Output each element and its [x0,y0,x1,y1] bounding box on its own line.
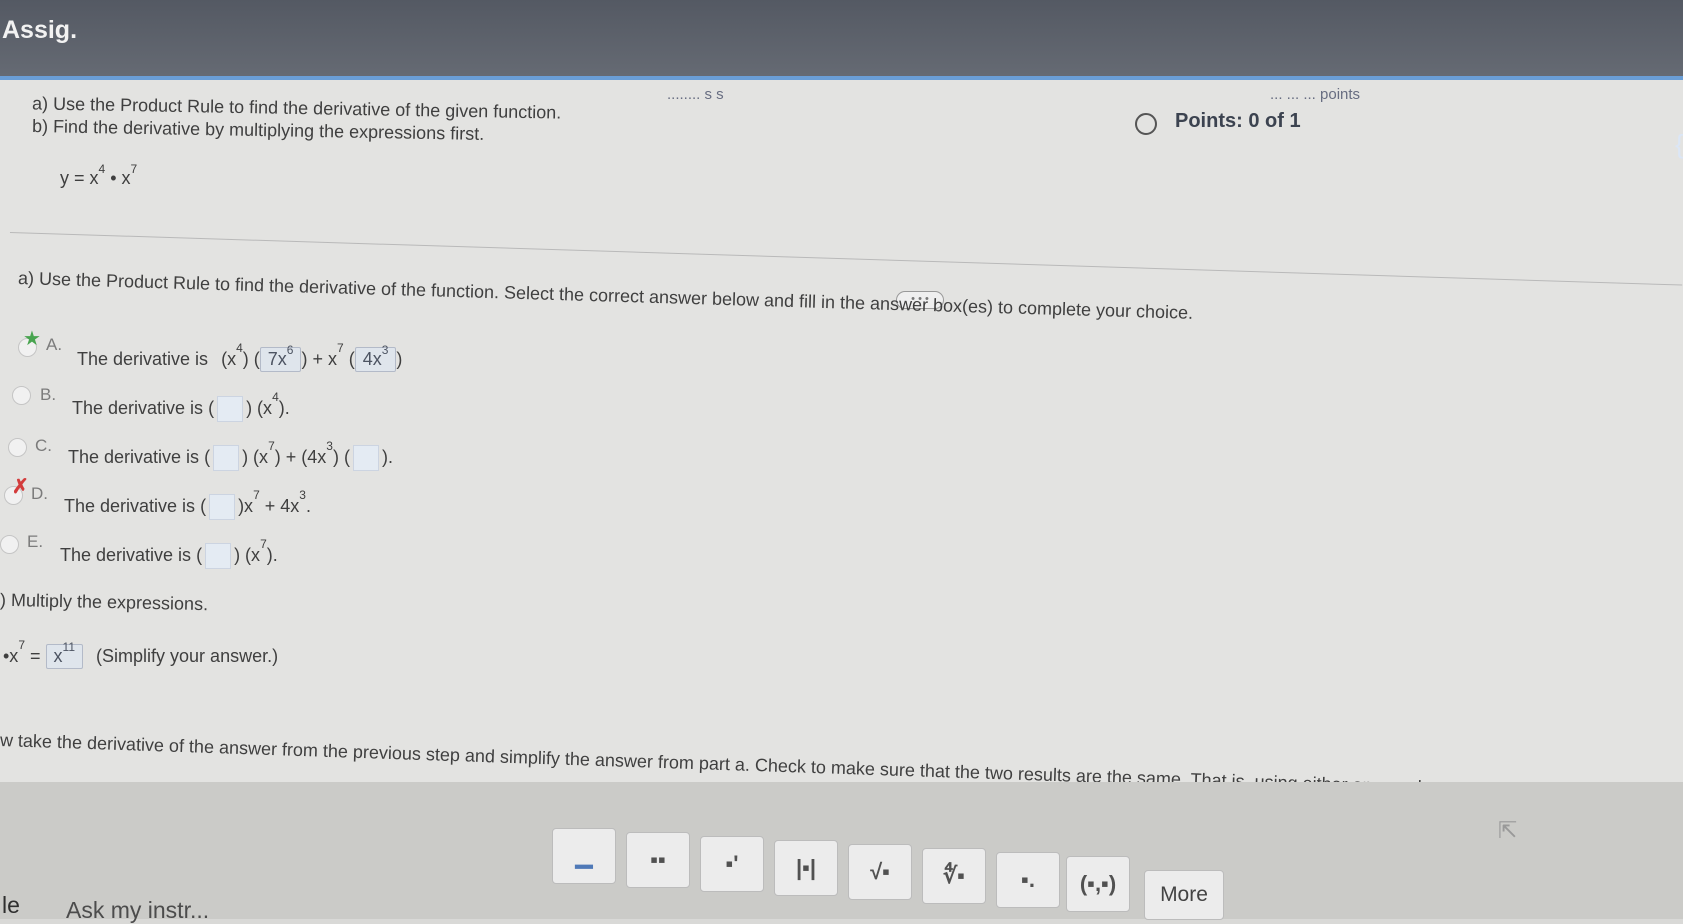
option-d-text: The derivative is ()x7 + 4x3. [64,488,311,520]
option-a-letter: A. [46,335,63,354]
correct-star-icon: ★ [23,328,41,350]
right-bracket-icon: { [1675,129,1683,159]
part-b-answer: x11 [45,640,84,669]
given-function: y = x4 • x7 [60,162,138,188]
option-c-letter: C. [35,436,52,455]
cursor-icon: ⇱ [1498,817,1518,843]
option-b-radio[interactable] [12,386,31,405]
math-toolbar [0,782,1683,919]
option-b-letter: B. [40,385,57,404]
footer-left-text: le [2,892,20,918]
top-fragment-center: ........ s s [667,86,724,103]
option-e-text: The derivative is () (x7). [60,537,278,569]
option-a-answer-2: 4x3 [354,343,397,372]
option-c-text: The derivative is () (x7) + (4x3) (). [68,439,393,471]
ask-my-instructor[interactable]: Ask my instr... [66,897,209,924]
option-e-letter: E. [27,532,44,551]
option-a-text: The derivative is (x4) (7x6) + x7 (4x3) [77,341,402,372]
square-root-tool[interactable]: √▪ [848,844,912,900]
points-label: Points: 0 of 1 [1175,110,1301,132]
decimal-tool[interactable]: ▪. [996,852,1060,908]
part-b-label: ) Multiply the expressions. [0,589,209,615]
option-d-letter: D. [31,484,48,503]
ordered-pair-tool[interactable]: (▪,▪) [1066,856,1130,912]
part-b-equation: •x7 = x11 (Simplify your answer.) [3,638,278,669]
more-tools-button[interactable]: More [1144,870,1224,920]
exponent-tool[interactable]: ▪' [700,836,764,892]
app-title: Assig. [2,16,78,44]
option-e-radio[interactable] [0,535,19,554]
top-fragment-right: ... ... ... points [1270,86,1361,103]
header-bar [0,0,1683,80]
option-b-text: The derivative is () (x4). [72,390,290,422]
option-a-answer-1: 7x6 [259,343,302,372]
points-circle-icon [1135,113,1157,135]
main-panel [0,80,1683,790]
mixed-number-tool[interactable]: ▪▪ [626,832,690,888]
fraction-tool[interactable]: ▁ [552,828,616,884]
absolute-value-tool[interactable]: |▪| [774,840,838,896]
option-c-radio[interactable] [8,438,27,457]
nth-root-tool[interactable]: ∜▪ [922,848,986,904]
wrong-x-icon: ✗ [12,476,29,498]
